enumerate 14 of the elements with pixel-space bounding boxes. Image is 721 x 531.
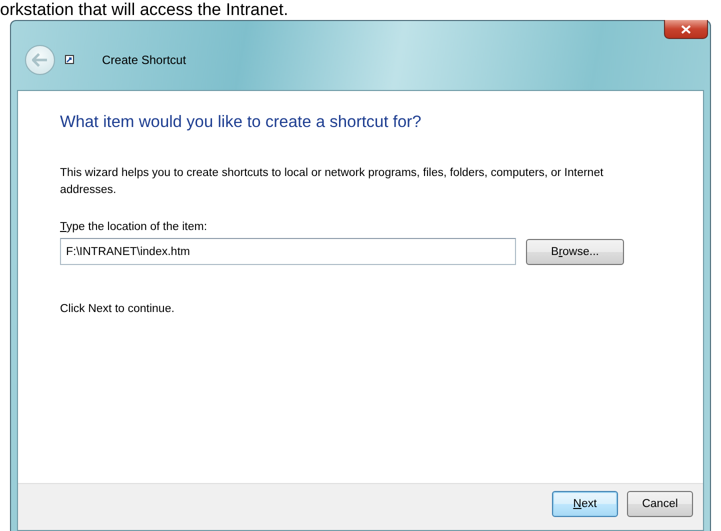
close-button[interactable] — [664, 20, 708, 39]
next-button[interactable]: Next — [552, 491, 618, 517]
close-icon — [681, 24, 691, 34]
document-text: orkstation that will access the Intranet. — [0, 0, 288, 19]
location-label: Type the location of the item: — [60, 221, 208, 233]
continue-hint: Click Next to continue. — [60, 303, 176, 315]
location-field[interactable]: F:\INTRANET\index.htm — [60, 238, 516, 265]
wizard-heading: What item would you like to create a shortcut for? — [60, 113, 422, 132]
back-arrow-icon — [32, 52, 48, 66]
cancel-button[interactable]: Cancel — [627, 491, 693, 517]
shortcut-icon — [65, 55, 74, 64]
window-title: Create Shortcut — [102, 52, 186, 66]
browse-button[interactable]: Browse... — [526, 238, 624, 264]
wizard-description: This wizard helps you to create shortcuts to local or network programs, files, folders, computers, or Internet addresses. — [60, 166, 604, 198]
